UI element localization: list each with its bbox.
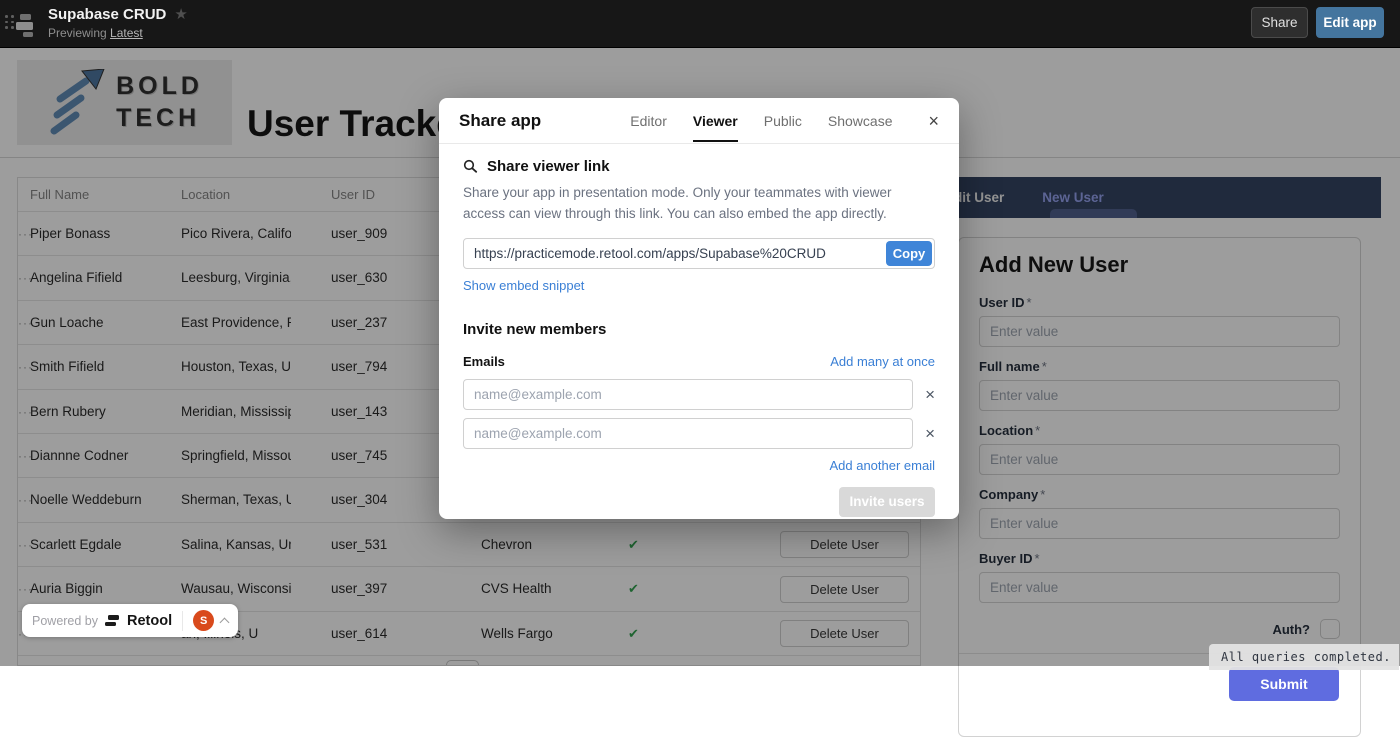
- tab-public[interactable]: Public: [764, 100, 802, 142]
- search-icon: [463, 159, 478, 174]
- app-title: Supabase CRUD: [48, 6, 166, 23]
- star-icon[interactable]: ★: [174, 7, 187, 22]
- submit-button[interactable]: Submit: [1229, 667, 1339, 701]
- copy-button[interactable]: Copy: [886, 241, 932, 266]
- modal-body: Share viewer link Share your app in pres…: [439, 144, 959, 517]
- email-field[interactable]: [463, 379, 913, 410]
- drag-handle-icon[interactable]: [5, 15, 14, 29]
- top-bar: Supabase CRUD ★ Previewing Latest Share …: [0, 0, 1400, 48]
- show-embed-snippet-link[interactable]: Show embed snippet: [463, 278, 584, 293]
- remove-email-icon[interactable]: ×: [925, 386, 935, 403]
- share-app-modal: Share app Editor Viewer Public Showcase …: [439, 98, 959, 519]
- powered-by-badge[interactable]: Powered by Retool S: [22, 604, 238, 637]
- viewer-link-input[interactable]: [463, 238, 935, 269]
- retool-brand-label: Retool: [127, 613, 172, 629]
- share-link-description: Share your app in presentation mode. Onl…: [463, 183, 929, 225]
- app-icon: [14, 12, 38, 36]
- invite-users-button[interactable]: Invite users: [839, 487, 935, 517]
- chevron-up-icon[interactable]: [220, 617, 230, 627]
- remove-email-icon[interactable]: ×: [925, 425, 935, 442]
- previewing-label: Previewing: [48, 26, 107, 40]
- share-button[interactable]: Share: [1251, 7, 1308, 38]
- modal-title: Share app: [459, 111, 541, 131]
- powered-by-label: Powered by: [32, 614, 98, 628]
- retool-logo-icon: [105, 614, 120, 627]
- add-many-at-once-link[interactable]: Add many at once: [830, 354, 935, 369]
- share-link-section-title: Share viewer link: [487, 158, 610, 175]
- invite-section-title: Invite new members: [463, 321, 935, 338]
- email-field[interactable]: [463, 418, 913, 449]
- modal-header: Share app Editor Viewer Public Showcase …: [439, 98, 959, 144]
- tab-editor[interactable]: Editor: [630, 100, 667, 142]
- query-status-toast: All queries completed.: [1209, 644, 1399, 670]
- tab-showcase[interactable]: Showcase: [828, 100, 893, 142]
- version-link[interactable]: Latest: [110, 26, 143, 40]
- badge-divider: [182, 611, 183, 631]
- avatar[interactable]: S: [193, 610, 214, 631]
- close-icon[interactable]: ×: [928, 112, 939, 130]
- emails-label: Emails: [463, 354, 505, 369]
- edit-app-button[interactable]: Edit app: [1316, 7, 1384, 38]
- share-mode-tabs: Editor Viewer Public Showcase: [630, 100, 892, 142]
- add-another-email-link[interactable]: Add another email: [829, 458, 935, 473]
- tab-viewer[interactable]: Viewer: [693, 100, 738, 142]
- preview-status: Previewing Latest: [48, 26, 143, 40]
